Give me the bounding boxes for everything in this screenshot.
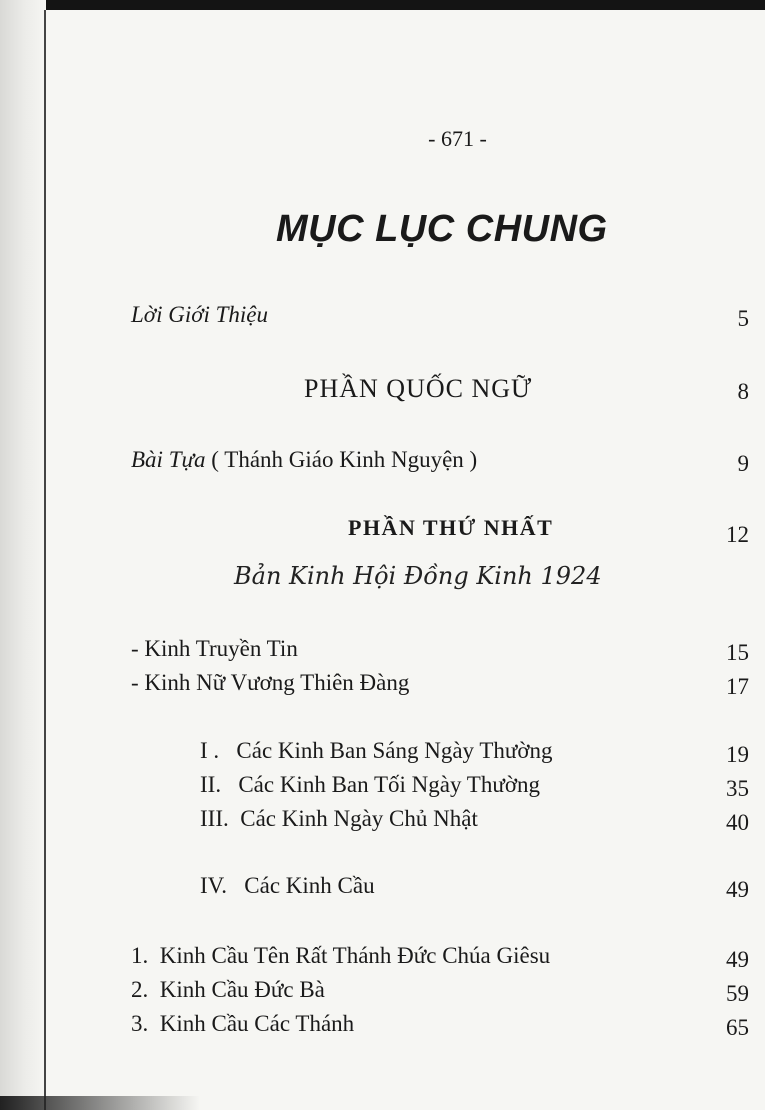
toc-entry-label: 3. Kinh Cầu Các Thánh bbox=[131, 1011, 355, 1036]
toc-entry-label-italic: Bài Tựa bbox=[131, 447, 206, 472]
toc-entry-label: I . Các Kinh Ban Sáng Ngày Thường bbox=[200, 738, 553, 763]
binding-edge bbox=[44, 10, 46, 1110]
toc-entry-label: IV. Các Kinh Cầu bbox=[200, 873, 375, 898]
toc-entry-label-rest: ( Thánh Giáo Kinh Nguyện ) bbox=[211, 447, 478, 472]
bottom-shadow bbox=[0, 1096, 200, 1110]
toc-entry-page: 15 bbox=[726, 640, 749, 665]
toc-entry-page: 35 bbox=[726, 776, 749, 801]
toc-entry-page: 40 bbox=[726, 810, 749, 835]
part-heading: PHẦN THỨ NHẤT bbox=[348, 515, 554, 540]
part-subtitle: Bản Kinh Hội Đồng Kinh 1924 bbox=[234, 562, 602, 590]
page-number: - 671 - bbox=[428, 126, 487, 151]
toc-entry-label: Bài Tựa ( Thánh Giáo Kinh Nguyện ) bbox=[131, 447, 477, 473]
toc-entry-label: - Kinh Nữ Vương Thiên Đàng bbox=[131, 670, 410, 695]
toc-entry-page: 49 bbox=[726, 877, 749, 902]
toc-entry-page: 9 bbox=[737, 451, 750, 476]
toc-entry-page: 8 bbox=[737, 379, 750, 404]
toc-entry-label: III. Các Kinh Ngày Chủ Nhật bbox=[200, 806, 478, 831]
toc-entry-label: 2. Kinh Cầu Đức Bà bbox=[131, 977, 325, 1002]
toc-entry-page: 49 bbox=[726, 947, 749, 972]
section-heading: PHẦN QUỐC NGỮ bbox=[304, 374, 533, 403]
toc-entry-page: 65 bbox=[726, 1015, 749, 1040]
toc-entry-label: Lời Giới Thiệu bbox=[131, 302, 269, 327]
toc-entry-page: 19 bbox=[726, 742, 749, 767]
toc-entry-page: 59 bbox=[726, 981, 749, 1006]
page-title: MỤC LỤC CHUNG bbox=[276, 208, 608, 250]
toc-entry-label: - Kinh Truyền Tin bbox=[131, 636, 298, 661]
toc-entry-label: II. Các Kinh Ban Tối Ngày Thường bbox=[200, 772, 540, 797]
toc-entry-page: 17 bbox=[726, 674, 749, 699]
book-binding bbox=[0, 0, 46, 1110]
toc-entry-label: 1. Kinh Cầu Tên Rất Thánh Đức Chúa Giêsu bbox=[131, 943, 551, 968]
page-top-edge bbox=[0, 0, 765, 10]
toc-entry-page: 12 bbox=[726, 522, 749, 547]
toc-entry-page: 5 bbox=[737, 306, 750, 331]
